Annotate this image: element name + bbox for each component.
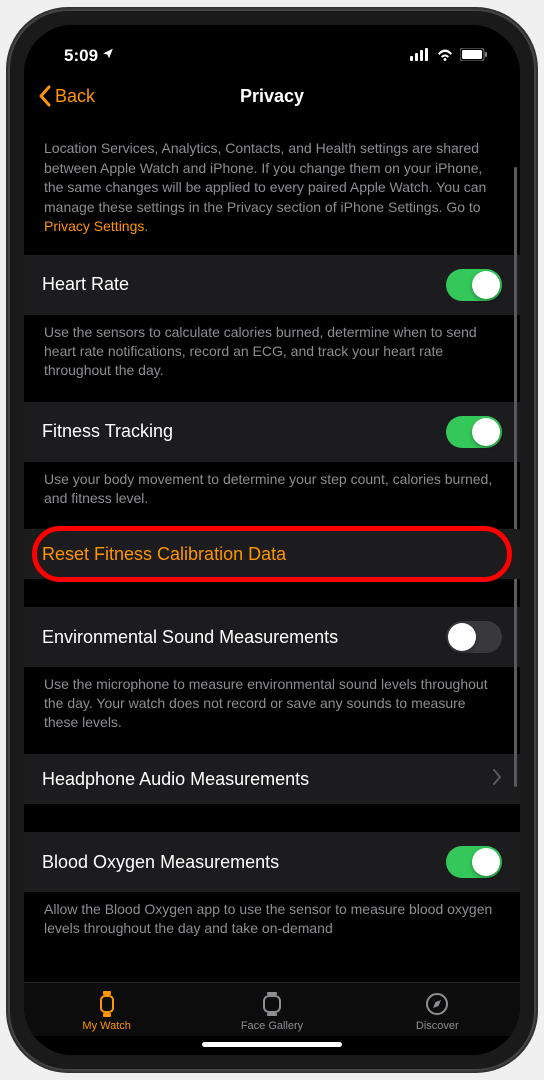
home-indicator[interactable]	[202, 1042, 342, 1047]
intro-body: Location Services, Analytics, Contacts, …	[44, 140, 486, 215]
env-sound-desc: Use the microphone to measure environmen…	[24, 667, 520, 754]
heart-rate-row: Heart Rate	[24, 255, 520, 315]
tab-face-gallery-label: Face Gallery	[241, 1020, 303, 1032]
fitness-tracking-label: Fitness Tracking	[42, 421, 173, 442]
content-scroll[interactable]: Location Services, Analytics, Contacts, …	[24, 119, 520, 982]
back-button[interactable]: Back	[38, 85, 95, 107]
reset-calibration-button[interactable]: Reset Fitness Calibration Data	[24, 529, 520, 579]
back-label: Back	[55, 86, 95, 107]
headphone-audio-row[interactable]: Headphone Audio Measurements	[24, 754, 520, 804]
intro-text: Location Services, Analytics, Contacts, …	[24, 119, 520, 255]
status-time: 5:09	[64, 46, 115, 66]
env-sound-row: Environmental Sound Measurements	[24, 607, 520, 667]
chevron-left-icon	[38, 85, 51, 107]
status-indicators	[410, 46, 488, 66]
tab-my-watch-label: My Watch	[82, 1020, 131, 1032]
battery-icon	[460, 46, 488, 66]
heart-rate-label: Heart Rate	[42, 274, 129, 295]
watch-icon	[97, 991, 117, 1017]
tab-face-gallery[interactable]: Face Gallery	[189, 991, 354, 1032]
blood-oxygen-toggle[interactable]	[446, 846, 502, 878]
location-arrow-icon	[102, 47, 115, 63]
privacy-settings-link[interactable]: Privacy Settings	[44, 218, 144, 234]
fitness-tracking-row: Fitness Tracking	[24, 402, 520, 462]
fitness-tracking-toggle[interactable]	[446, 416, 502, 448]
reset-calibration-label: Reset Fitness Calibration Data	[42, 544, 286, 565]
chevron-right-icon	[493, 769, 502, 790]
scrollbar[interactable]	[514, 167, 517, 787]
env-sound-label: Environmental Sound Measurements	[42, 627, 338, 648]
nav-bar: Back Privacy	[24, 73, 520, 119]
wifi-icon	[436, 46, 454, 66]
tab-my-watch[interactable]: My Watch	[24, 991, 189, 1032]
phone-frame: 5:09	[8, 9, 536, 1071]
blood-oxygen-desc: Allow the Blood Oxygen app to use the se…	[24, 892, 520, 944]
face-gallery-icon	[261, 991, 283, 1017]
page-title: Privacy	[240, 86, 304, 107]
blood-oxygen-row: Blood Oxygen Measurements	[24, 832, 520, 892]
tab-discover-label: Discover	[416, 1020, 459, 1032]
tab-discover[interactable]: Discover	[355, 991, 520, 1032]
blood-oxygen-label: Blood Oxygen Measurements	[42, 852, 279, 873]
env-sound-toggle[interactable]	[446, 621, 502, 653]
compass-icon	[425, 991, 449, 1017]
fitness-tracking-desc: Use your body movement to determine your…	[24, 462, 520, 530]
screen: 5:09	[24, 25, 520, 1055]
heart-rate-desc: Use the sensors to calculate calories bu…	[24, 315, 520, 402]
notch	[172, 25, 372, 55]
headphone-audio-label: Headphone Audio Measurements	[42, 769, 309, 790]
heart-rate-toggle[interactable]	[446, 269, 502, 301]
time-label: 5:09	[64, 46, 98, 66]
cellular-icon	[410, 46, 430, 66]
tab-bar: My Watch Face Gallery	[24, 982, 520, 1036]
